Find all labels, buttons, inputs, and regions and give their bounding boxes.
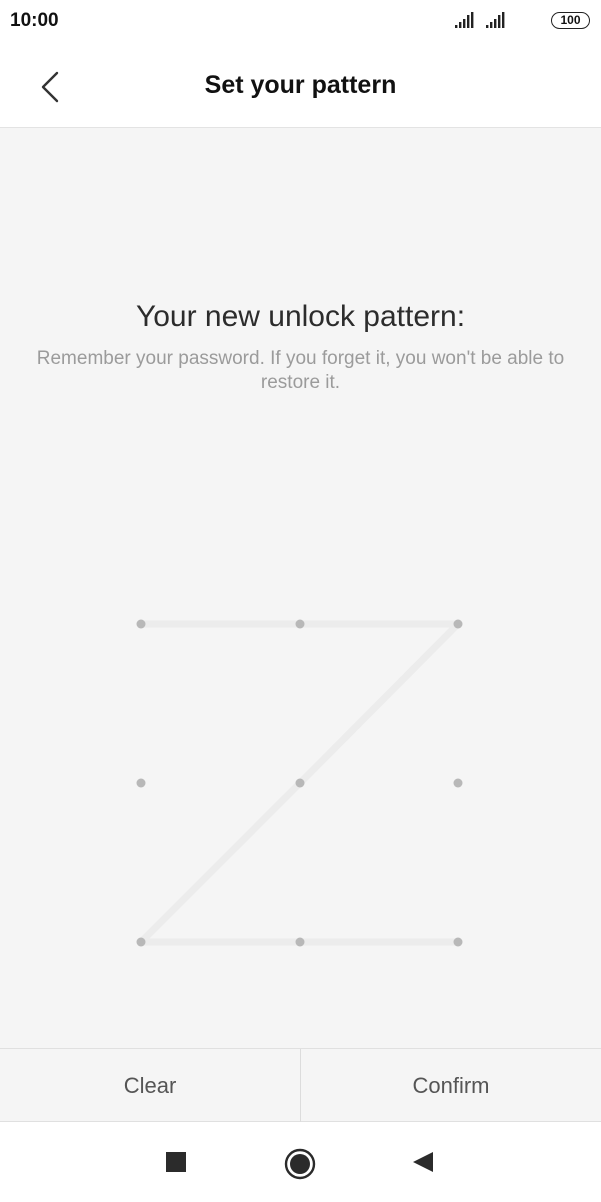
- pattern-connector-line: [296, 620, 462, 787]
- signal-icon: [486, 12, 505, 28]
- pattern-dot-4[interactable]: [136, 778, 146, 788]
- page-title: Set your pattern: [204, 71, 397, 99]
- status-bar: 10:00 100: [0, 0, 601, 44]
- pattern-dot-3[interactable]: [453, 619, 463, 629]
- app-header: Set your pattern: [0, 44, 601, 128]
- pattern-dot-5[interactable]: [295, 778, 305, 788]
- clear-button[interactable]: Clear: [0, 1049, 300, 1122]
- status-time: 10:00: [10, 10, 59, 31]
- triangle-back-icon[interactable]: [411, 1150, 435, 1174]
- battery-level: 100: [560, 13, 581, 27]
- pattern-connector-line: [137, 779, 304, 946]
- square-recents-icon[interactable]: [165, 1151, 187, 1173]
- pattern-dot-9[interactable]: [453, 937, 463, 947]
- battery-icon: 100: [551, 12, 590, 29]
- pattern-grid[interactable]: [0, 128, 601, 1048]
- pattern-dot-7[interactable]: [136, 937, 146, 947]
- signal-icon: [455, 12, 474, 28]
- pattern-dot-6[interactable]: [453, 778, 463, 788]
- navigation-bar: [0, 1122, 601, 1202]
- confirm-button[interactable]: Confirm: [301, 1049, 601, 1122]
- action-bar: Clear Confirm: [0, 1048, 601, 1122]
- pattern-dot-8[interactable]: [295, 937, 305, 947]
- circle-home-icon[interactable]: [284, 1148, 316, 1180]
- pattern-dot-1[interactable]: [136, 619, 146, 629]
- pattern-setup-panel: Your new unlock pattern: Remember your p…: [0, 128, 601, 1048]
- pattern-dot-2[interactable]: [295, 619, 305, 629]
